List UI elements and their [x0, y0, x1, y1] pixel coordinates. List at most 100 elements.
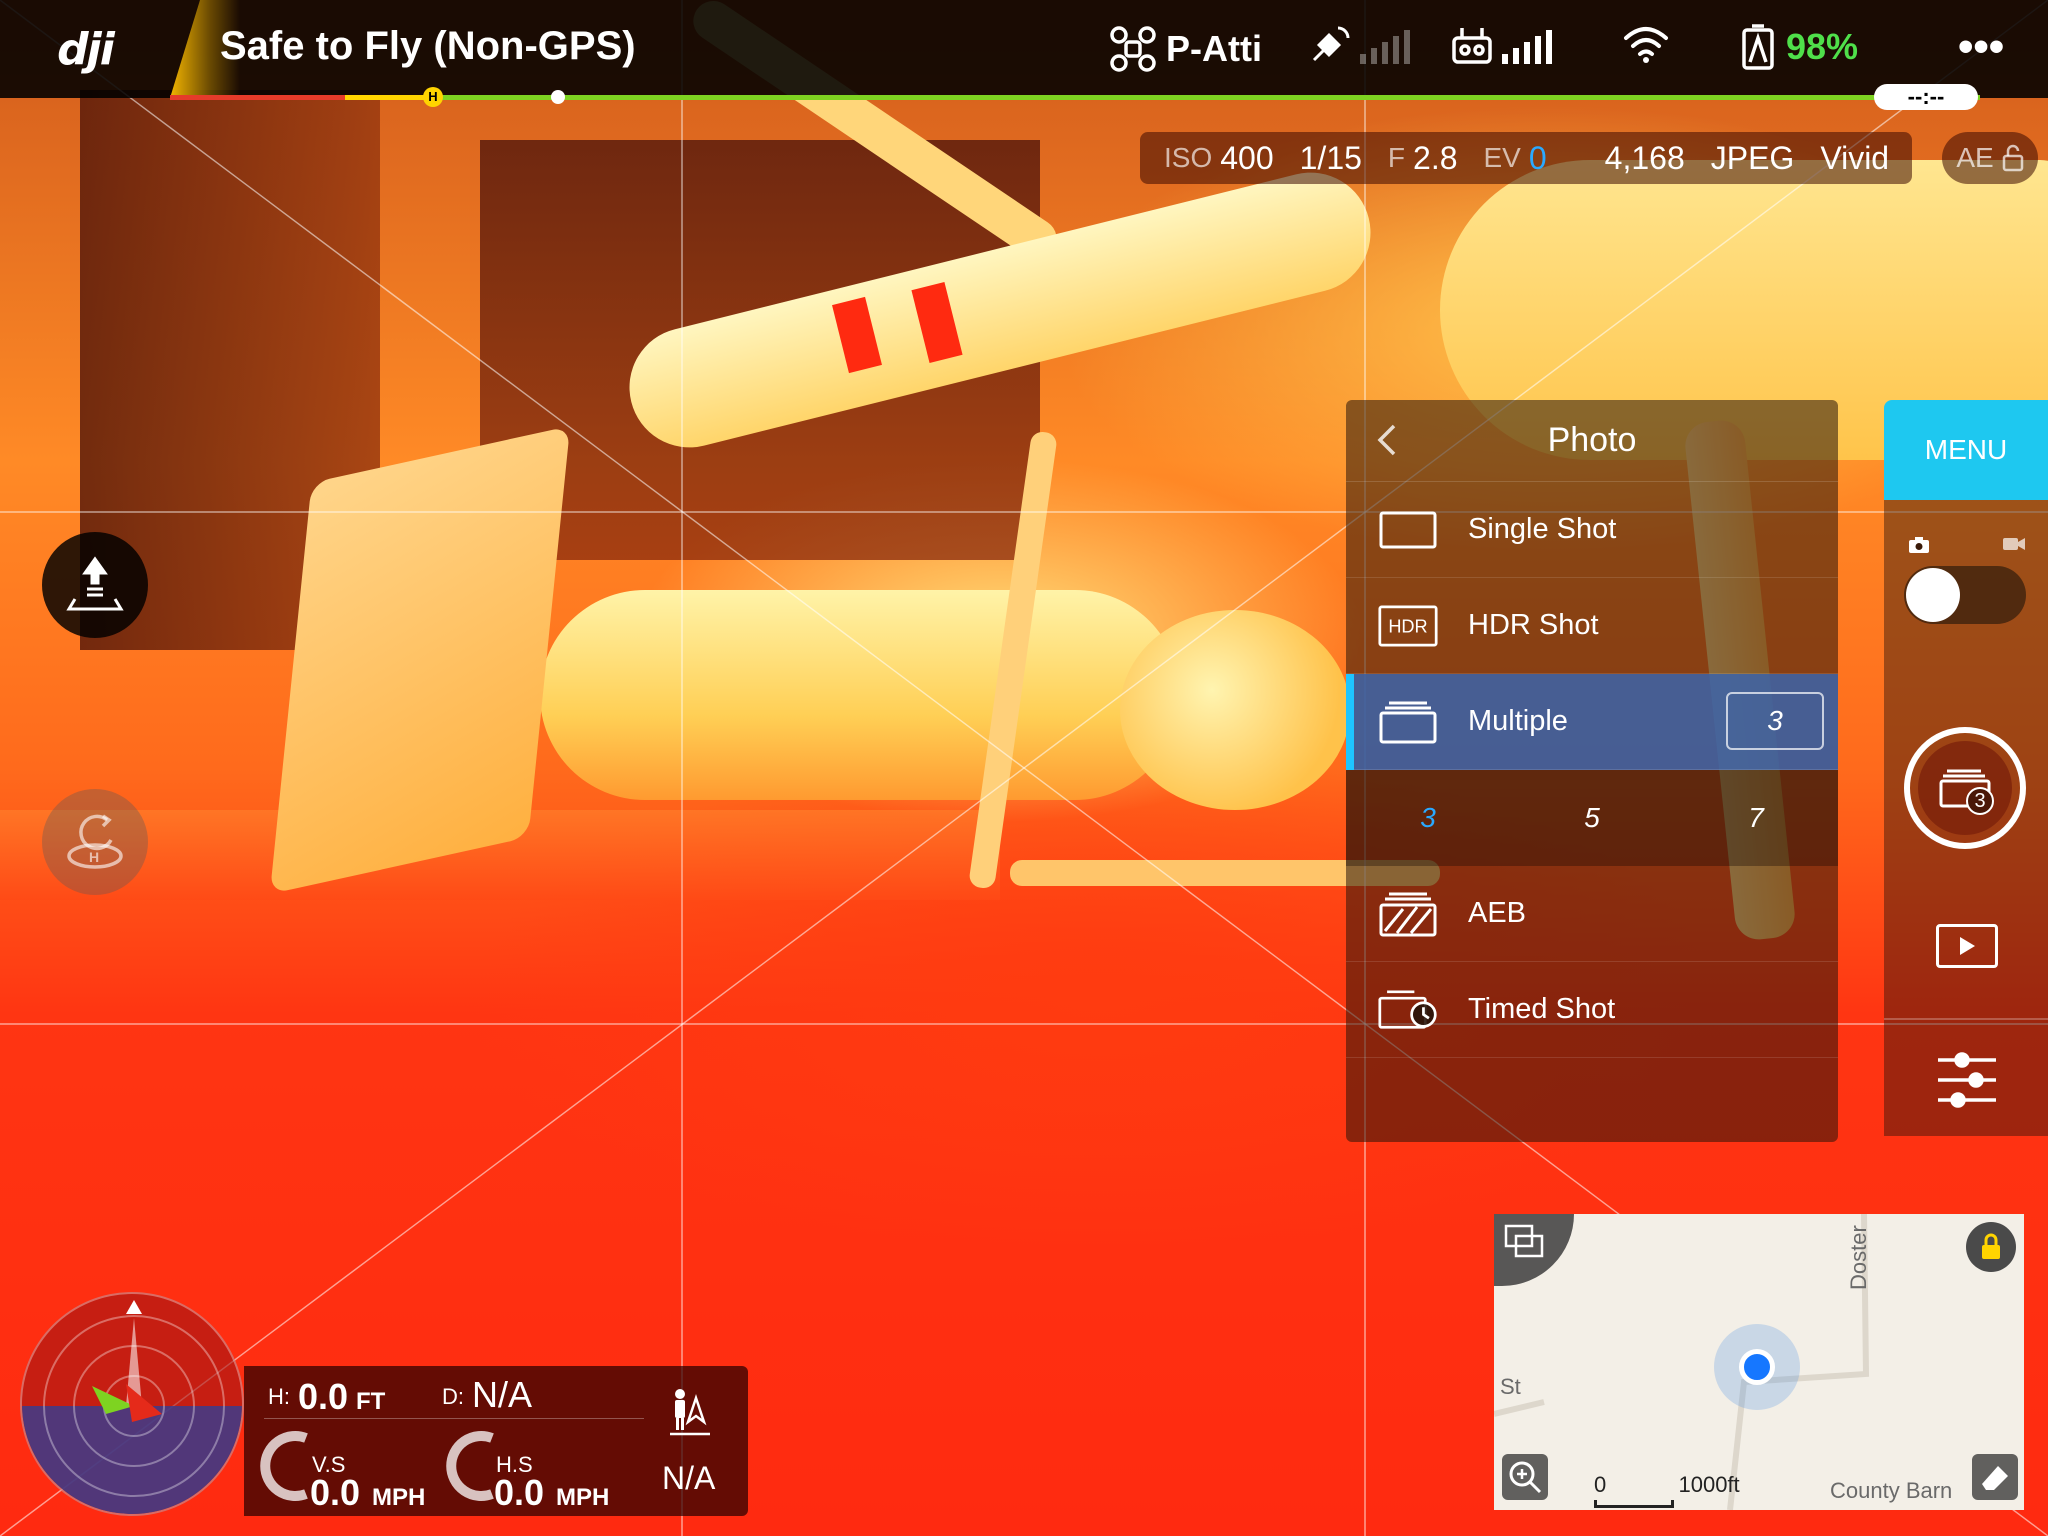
satellite-icon [1312, 26, 1350, 62]
height-label: H: [268, 1384, 290, 1409]
landing-marker [551, 90, 565, 104]
image-format: JPEG [1710, 139, 1795, 176]
shutter-button[interactable]: 3 [1904, 727, 2026, 849]
layers-icon [1504, 1224, 1544, 1258]
rc-signal-bars [1502, 28, 1552, 64]
remote-controller-signal[interactable] [1450, 24, 1552, 68]
mode-label: Single Shot [1468, 513, 1617, 545]
flight-mode-indicator[interactable]: P-Atti [1108, 24, 1262, 74]
gps-signal-bars [1360, 28, 1410, 64]
aircraft-location-marker [1714, 1324, 1800, 1410]
height-unit: FT [356, 1388, 386, 1415]
mode-single-shot[interactable]: Single Shot [1346, 482, 1838, 578]
scale-end: 1000ft [1678, 1472, 1740, 1497]
svg-text:H: H [89, 849, 99, 865]
attitude-radar[interactable] [20, 1292, 244, 1516]
multiple-count-selector[interactable]: 3 [1726, 692, 1824, 750]
hdr-icon: HDR [1378, 605, 1438, 646]
burst-option-5[interactable]: 5 [1584, 802, 1600, 834]
battery-percentage: 98% [1786, 26, 1859, 67]
camera-settings-bar[interactable]: ISO 400 1/15 F 2.8 EV 0 4,168 JPEG Vivid [1140, 132, 1912, 184]
wifi-signal[interactable] [1622, 24, 1670, 64]
horizontal-speed-value: 0.0 [494, 1472, 545, 1513]
top-status-bar: dji Safe to Fly (Non-GPS) P-Atti 98% ••• [0, 0, 2048, 98]
ev-label: EV [1483, 142, 1521, 173]
radar-rings [43, 1300, 225, 1497]
gps-signal[interactable] [1308, 24, 1410, 68]
street-label: St [1500, 1374, 1521, 1399]
flight-status[interactable]: Safe to Fly (Non-GPS) [220, 24, 636, 69]
eraser-icon [1982, 1466, 2008, 1490]
image-style: Vivid [1820, 139, 1890, 176]
map-zoom-button[interactable] [1502, 1454, 1548, 1500]
auto-takeoff-button[interactable] [42, 532, 148, 638]
wifi-icon [1624, 27, 1668, 63]
ae-label: AE [1956, 142, 1994, 173]
mini-map[interactable]: Doster St County Barn 0 1000ft [1494, 1214, 2024, 1510]
map-lock-button[interactable] [1966, 1222, 2016, 1272]
unlock-icon [2002, 144, 2023, 172]
selection-accent [1346, 674, 1354, 770]
camera-settings-sliders-icon[interactable] [1934, 1050, 2000, 1110]
photo-video-toggle[interactable] [1904, 566, 2026, 624]
dji-logo[interactable]: dji [0, 0, 170, 98]
divider [1884, 1018, 2048, 1020]
ev-value: 0 [1528, 139, 1547, 176]
mode-multiple[interactable]: Multiple 3 [1346, 674, 1838, 770]
panel-title: Photo [1547, 421, 1637, 459]
burst-option-7[interactable]: 7 [1748, 802, 1764, 834]
video-camera-icon [2003, 538, 2025, 550]
lock-icon [1982, 1233, 2000, 1259]
ae-lock-button[interactable]: AE [1942, 132, 2038, 184]
flight-time-remaining: --:-- [1874, 84, 1978, 110]
mode-label: AEB [1468, 897, 1527, 929]
mode-timed-shot[interactable]: Timed Shot [1346, 962, 1838, 1058]
divider [264, 1418, 644, 1419]
toggle-knob [1906, 568, 1960, 622]
photo-mode-panel: Photo Single Shot HDR HDR Shot Multiple … [1346, 400, 1838, 1142]
menu-button[interactable]: MENU [1884, 400, 2048, 500]
multiple-icon [1378, 701, 1438, 743]
panel-header: Photo [1346, 400, 1838, 482]
burst-count-options: 3 5 7 [1346, 770, 1838, 866]
vertical-speed-unit: MPH [372, 1484, 426, 1511]
mode-aeb[interactable]: AEB [1346, 866, 1838, 962]
photo-camera-icon [1909, 537, 1929, 553]
return-to-home-button[interactable]: H [42, 789, 148, 895]
more-icon[interactable]: ••• [1958, 22, 2004, 72]
mode-label: Timed Shot [1468, 993, 1616, 1025]
scene-drone-body [540, 590, 1180, 800]
back-chevron-icon[interactable] [1368, 420, 1408, 460]
remote-controller-icon [1452, 28, 1492, 64]
flight-mode-label: P-Atti [1166, 28, 1262, 69]
height-value: 0.0 [298, 1376, 349, 1417]
drone-icon [1110, 26, 1156, 72]
street-label: County Barn [1830, 1478, 1953, 1503]
vertical-speed-value: 0.0 [310, 1472, 361, 1513]
iso-label: ISO [1164, 142, 1213, 173]
playback-button[interactable] [1936, 924, 1998, 968]
horizontal-speed-unit: MPH [556, 1484, 610, 1511]
return-home-icon: H [67, 814, 123, 869]
battery-level-bar [0, 95, 2048, 100]
battery-icon [1742, 24, 1774, 70]
shutter-value: 1/15 [1299, 139, 1362, 176]
burst-option-3[interactable]: 3 [1420, 802, 1436, 834]
clear-path-button[interactable] [1972, 1454, 2018, 1500]
mode-label: Multiple [1468, 705, 1568, 737]
shutter-inner: 3 [1918, 741, 2012, 835]
iso-value: 400 [1220, 139, 1274, 176]
aeb-icon [1378, 892, 1438, 936]
mode-hdr-shot[interactable]: HDR HDR Shot [1346, 578, 1838, 674]
pilot-distance-icon [670, 1389, 710, 1436]
scale-start: 0 [1594, 1472, 1607, 1497]
map-scale: 0 1000ft [1594, 1472, 1740, 1508]
distance-label: D: [442, 1384, 464, 1409]
battery-indicator[interactable]: 98% [1738, 24, 1858, 70]
timed-shot-icon [1378, 989, 1438, 1030]
play-icon [1960, 937, 1975, 955]
flight-telemetry-panel: H: 0.0 FT D: N/A V.S 0.0 MPH H.S 0.0 MPH… [244, 1366, 748, 1516]
aperture-value: 2.8 [1413, 139, 1458, 176]
single-shot-icon [1378, 510, 1438, 550]
scene-gimbal [1120, 610, 1350, 810]
